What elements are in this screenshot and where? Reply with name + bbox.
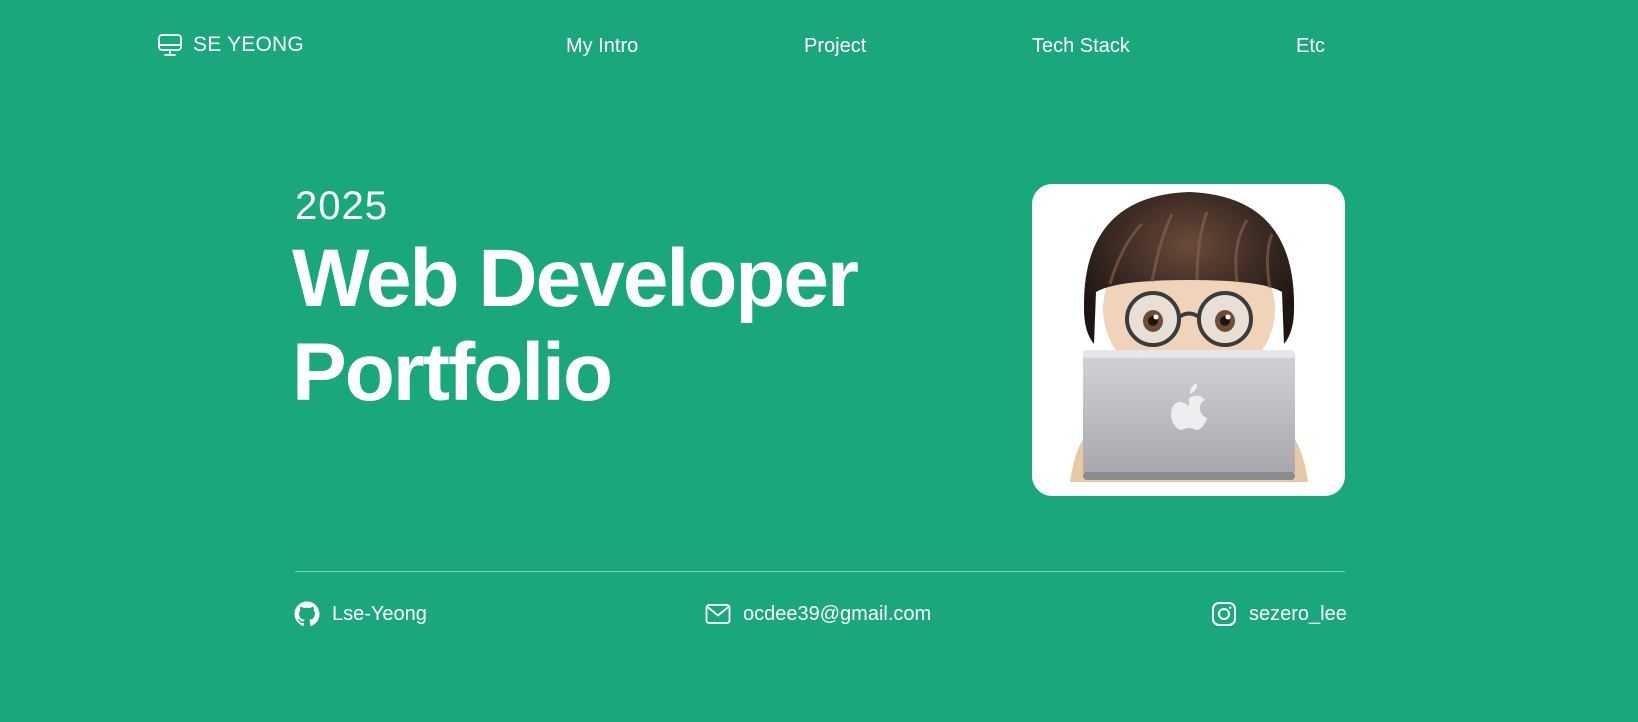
instagram-link[interactable]: sezero_lee — [1211, 601, 1347, 627]
site-header: SE YEONG My Intro Project Tech Stack Etc — [0, 0, 1638, 92]
github-username: Lse-Yeong — [332, 602, 427, 625]
nav-project[interactable]: Project — [804, 35, 866, 58]
brand-name: SE YEONG — [193, 33, 304, 56]
memoji-avatar-icon — [1070, 192, 1308, 482]
email-link[interactable]: ocdee39@gmail.com — [705, 601, 931, 627]
hero-title: Web Developer Portfolio — [292, 232, 932, 420]
mail-icon — [705, 601, 731, 627]
brand-logo-link[interactable]: SE YEONG — [157, 32, 304, 58]
hero-year: 2025 — [295, 184, 388, 228]
github-link[interactable]: Lse-Yeong — [294, 601, 427, 627]
hero-title-line-1: Web Developer — [292, 233, 859, 324]
instagram-handle: sezero_lee — [1249, 602, 1347, 625]
nav-my-intro[interactable]: My Intro — [566, 35, 638, 58]
nav-tech-stack[interactable]: Tech Stack — [1032, 35, 1130, 58]
profile-avatar-card — [1032, 184, 1345, 496]
nav-etc[interactable]: Etc — [1296, 35, 1325, 58]
footer-divider — [295, 571, 1345, 572]
github-icon — [294, 601, 320, 627]
monitor-icon — [157, 32, 183, 58]
email-address: ocdee39@gmail.com — [743, 602, 932, 625]
hero-title-line-2: Portfolio — [292, 327, 613, 418]
instagram-icon — [1211, 601, 1237, 627]
